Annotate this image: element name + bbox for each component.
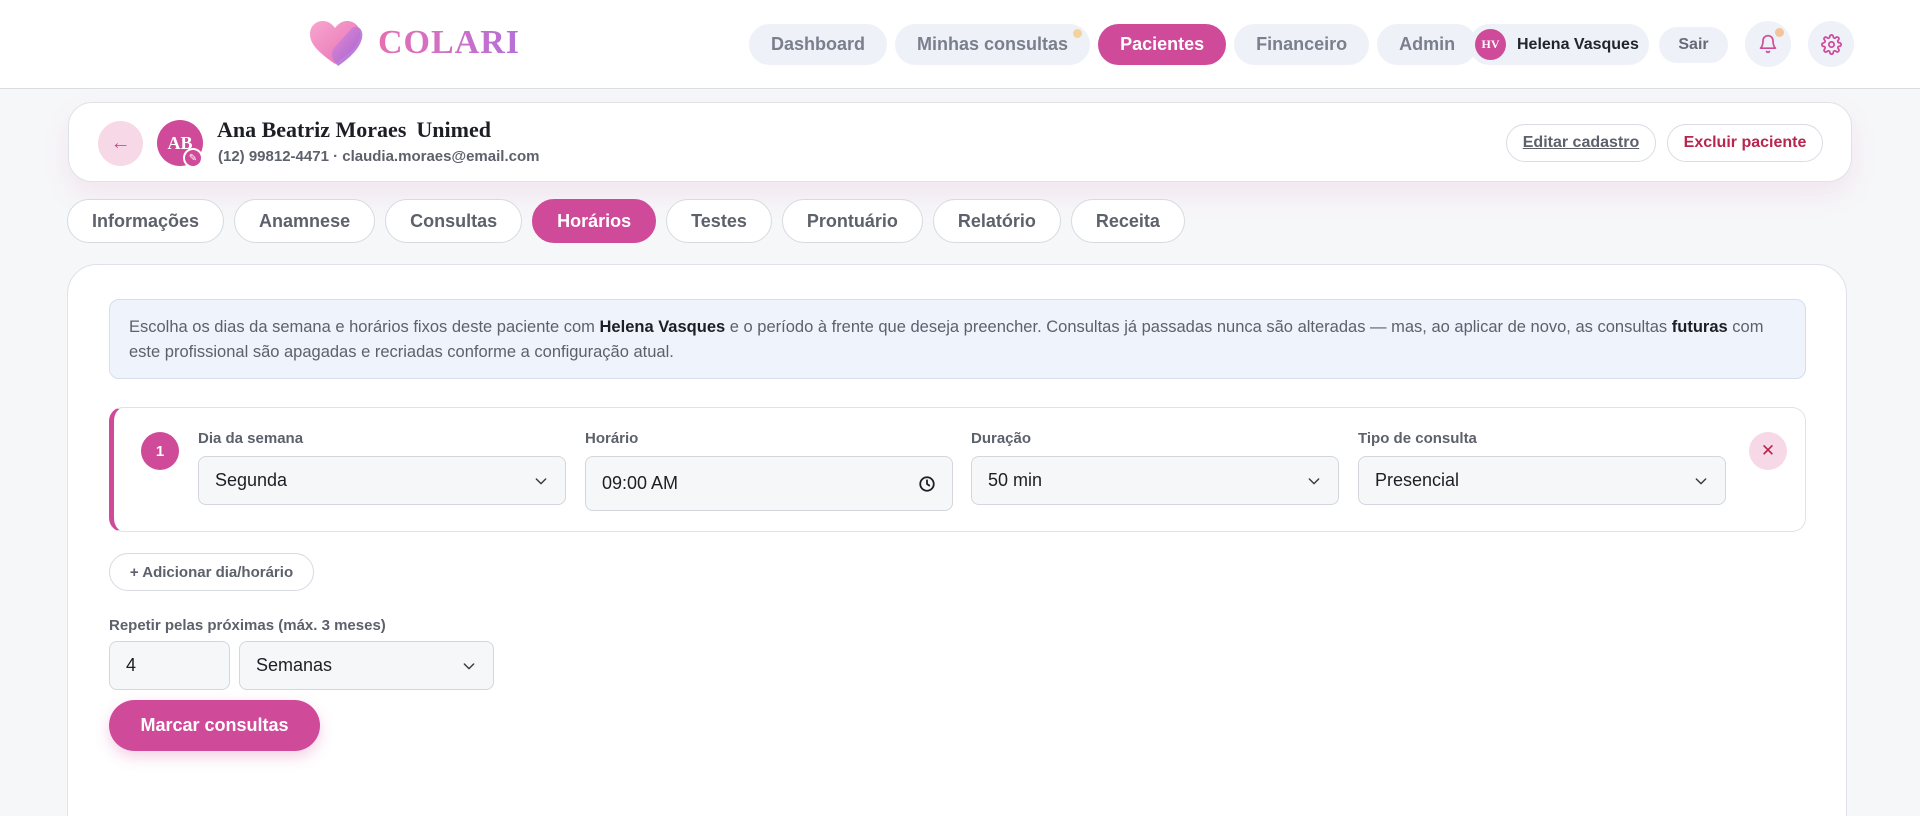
patient-header-card: ← AB ✎ Ana Beatriz Moraes Unimed (12) 998…: [68, 102, 1852, 182]
clock-icon[interactable]: [918, 475, 936, 493]
duration-value: 50 min: [988, 470, 1043, 490]
top-bar: COLARI Dashboard Minhas consultas Pacien…: [0, 0, 1920, 89]
pencil-icon: ✎: [188, 152, 198, 164]
nav-minhas-consultas-label: Minhas consultas: [917, 34, 1069, 54]
weekday-field: Dia da semana Segunda: [198, 430, 566, 505]
tab-prontuario[interactable]: Prontuário: [781, 199, 923, 243]
heart-logo-icon: [310, 21, 363, 67]
consult-type-select[interactable]: Presencial: [1358, 456, 1726, 505]
edit-avatar-button[interactable]: ✎: [183, 148, 203, 168]
weekday-select[interactable]: Segunda: [198, 456, 566, 505]
patient-plan: Unimed: [416, 117, 491, 142]
brand-name: COLARI: [378, 24, 521, 61]
delete-patient-button[interactable]: Excluir paciente: [1667, 124, 1823, 162]
nav-pacientes[interactable]: Pacientes: [1098, 24, 1227, 65]
repeat-count-input[interactable]: 4: [109, 641, 230, 690]
chevron-down-icon: [535, 477, 547, 484]
time-input[interactable]: 09:00 AM: [585, 456, 953, 511]
weekday-label: Dia da semana: [198, 430, 304, 447]
weekday-value: Segunda: [215, 470, 288, 490]
brand-logo[interactable]: COLARI: [308, 18, 520, 68]
schedule-panel: Escolha os dias da semana e horários fix…: [67, 264, 1847, 816]
consult-type-field: Tipo de consulta Presencial: [1358, 430, 1726, 505]
info-text-1: Escolha os dias da semana e horários fix…: [129, 318, 600, 336]
nav-financeiro[interactable]: Financeiro: [1234, 24, 1370, 65]
close-icon: ✕: [1760, 441, 1776, 460]
repeat-unit-select[interactable]: Semanas: [239, 641, 494, 690]
time-value: 09:00 AM: [602, 473, 679, 493]
arrow-left-icon: ←: [110, 132, 131, 154]
schedule-slot: 1 Dia da semana Segunda Horário 09:00 AM…: [109, 407, 1806, 532]
consult-type-label: Tipo de consulta: [1358, 430, 1477, 447]
info-futuras: futuras: [1671, 318, 1728, 336]
patient-name-row: Ana Beatriz Moraes Unimed: [217, 117, 491, 143]
time-field: Horário 09:00 AM: [585, 430, 953, 511]
edit-patient-button[interactable]: Editar cadastro: [1506, 124, 1656, 162]
info-text-2: e o período à frente que deseja preenche…: [725, 318, 1672, 336]
bell-icon: [1759, 34, 1777, 54]
notification-badge: [1775, 28, 1784, 37]
main-nav: Dashboard Minhas consultas Pacientes Fin…: [749, 24, 1478, 65]
settings-button[interactable]: [1808, 21, 1854, 67]
notifications-button[interactable]: [1745, 21, 1791, 67]
duration-select[interactable]: 50 min: [971, 456, 1339, 505]
tab-informacoes[interactable]: Informações: [67, 199, 225, 243]
notification-dot: [1073, 29, 1083, 38]
info-banner: Escolha os dias da semana e horários fix…: [109, 299, 1806, 379]
patient-contact: (12) 99812-4471 · claudia.moraes@email.c…: [218, 148, 540, 165]
tab-receita[interactable]: Receita: [1070, 199, 1185, 243]
chevron-down-icon: [463, 662, 475, 669]
schedule-appointments-button[interactable]: Marcar consultas: [109, 700, 320, 751]
duration-label: Duração: [971, 430, 1032, 447]
tab-consultas[interactable]: Consultas: [385, 199, 523, 243]
repeat-label: Repetir pelas próximas (máx. 3 meses): [109, 617, 386, 634]
user-menu[interactable]: HV Helena Vasques: [1469, 24, 1649, 65]
slot-number-badge: 1: [141, 432, 179, 470]
duration-field: Duração 50 min: [971, 430, 1339, 505]
tab-relatorio[interactable]: Relatório: [932, 199, 1061, 243]
tab-anamnese[interactable]: Anamnese: [234, 199, 376, 243]
tab-horarios[interactable]: Horários: [532, 199, 657, 243]
logout-button[interactable]: Sair: [1659, 27, 1728, 63]
user-avatar: HV: [1475, 29, 1506, 60]
nav-minhas-consultas[interactable]: Minhas consultas: [895, 24, 1091, 65]
back-button[interactable]: ←: [98, 121, 143, 166]
add-slot-button[interactable]: + Adicionar dia/horário: [109, 553, 314, 591]
gear-icon: [1820, 33, 1842, 55]
info-professional: Helena Vasques: [599, 318, 726, 336]
time-label: Horário: [585, 430, 639, 447]
consult-type-value: Presencial: [1375, 470, 1460, 490]
remove-slot-button[interactable]: ✕: [1749, 432, 1787, 470]
chevron-down-icon: [1695, 477, 1707, 484]
user-name: Helena Vasques: [1517, 35, 1639, 53]
nav-dashboard[interactable]: Dashboard: [749, 24, 888, 65]
chevron-down-icon: [1308, 477, 1320, 484]
repeat-unit-value: Semanas: [256, 655, 333, 675]
tab-testes[interactable]: Testes: [666, 199, 772, 243]
patient-tabs: Informações Anamnese Consultas Horários …: [67, 199, 1185, 243]
patient-name: Ana Beatriz Moraes: [217, 117, 407, 142]
nav-admin[interactable]: Admin: [1377, 24, 1478, 65]
